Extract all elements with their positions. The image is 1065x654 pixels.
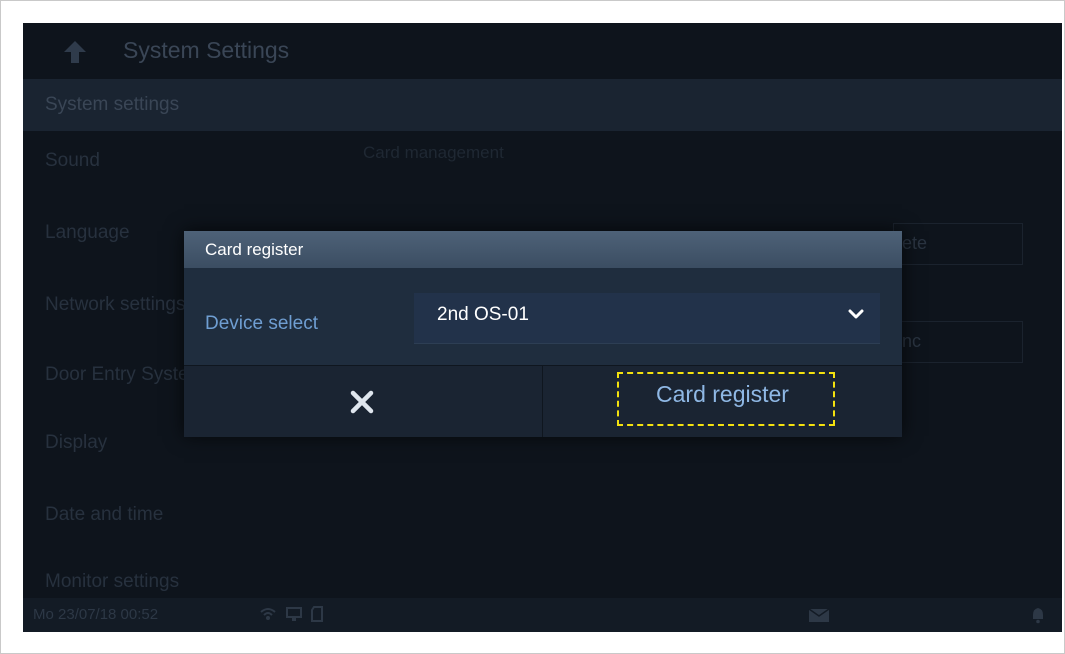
status-bar: Mo 23/07/18 00:52: [23, 598, 1062, 632]
page-title: System Settings: [123, 37, 290, 63]
menu-item-display[interactable]: Display: [45, 432, 107, 454]
top-bar: System Settings: [23, 23, 1062, 79]
card-management-title: Card management: [363, 143, 504, 162]
dialog-title: Card register: [205, 240, 304, 259]
back-arrow-icon[interactable]: [61, 38, 89, 66]
section-title: System settings: [45, 94, 180, 115]
dialog-header: Card register: [184, 231, 902, 268]
sd-card-icon: [311, 606, 323, 622]
card-register-button-label: Card register: [656, 381, 789, 407]
card-register-dialog: Card register Device select 2nd OS-01 Ca…: [184, 231, 902, 437]
bell-icon[interactable]: [1030, 606, 1046, 624]
menu-item-language[interactable]: Language: [45, 222, 130, 244]
section-header: System settings: [23, 79, 1062, 131]
delete-button-label: ete: [902, 233, 928, 253]
sync-button[interactable]: nc: [893, 321, 1023, 363]
device-select-row: Device select 2nd OS-01: [184, 268, 902, 365]
mail-icon[interactable]: [808, 608, 830, 623]
menu-item-sound[interactable]: Sound: [45, 150, 100, 172]
card-register-button[interactable]: Card register: [543, 366, 902, 437]
device-select-dropdown[interactable]: 2nd OS-01: [414, 293, 880, 344]
menu-item-network-settings[interactable]: Network settings: [45, 294, 185, 316]
menu-item-door-entry-system[interactable]: Door Entry System: [45, 364, 204, 386]
status-icons: [259, 606, 325, 622]
menu-item-monitor-settings[interactable]: Monitor settings: [45, 571, 179, 593]
status-time: Mo 23/07/18 00:52: [33, 606, 159, 623]
device-screen: System Settings System settings Sound La…: [23, 23, 1062, 632]
chevron-down-icon: [848, 309, 864, 319]
wifi-icon: [260, 608, 276, 620]
dialog-footer: Card register: [184, 365, 902, 437]
device-select-value: 2nd OS-01: [437, 304, 529, 325]
close-icon: [350, 390, 374, 414]
device-select-label: Device select: [205, 313, 318, 334]
sync-button-label: nc: [902, 331, 922, 351]
cancel-button[interactable]: [184, 366, 543, 437]
image-frame: System Settings System settings Sound La…: [0, 0, 1065, 654]
menu-item-date-and-time[interactable]: Date and time: [45, 504, 163, 526]
network-icon: [286, 607, 302, 621]
delete-button[interactable]: ete: [893, 223, 1023, 265]
